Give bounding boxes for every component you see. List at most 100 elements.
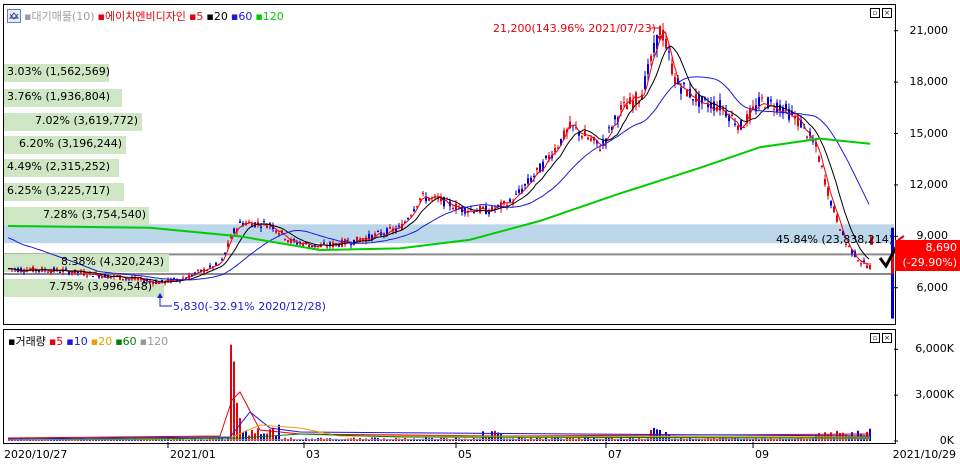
candle-body	[785, 103, 787, 109]
candle-body	[734, 123, 736, 125]
candle-body	[275, 230, 277, 233]
candle-body	[323, 242, 325, 244]
candle-body	[839, 229, 841, 231]
price-y-tick: 12,000	[909, 177, 949, 191]
volume-bar	[740, 439, 742, 441]
candle-body	[671, 63, 673, 75]
volume-bar	[275, 436, 277, 441]
candle-body	[182, 277, 184, 279]
candle-body	[779, 104, 781, 111]
candle-body	[620, 105, 622, 110]
candle-body	[623, 101, 625, 103]
candle-body	[266, 225, 268, 229]
x-axis-label: 03	[306, 448, 320, 461]
candle-body	[731, 114, 733, 117]
candle-body	[629, 97, 631, 104]
candle-body	[239, 221, 241, 223]
volume-bar	[623, 439, 625, 441]
candle-body	[59, 271, 61, 273]
candle-body	[761, 97, 763, 99]
candle-body	[608, 127, 610, 129]
candle-body	[413, 209, 415, 212]
candle-body	[263, 221, 265, 223]
volume-bar	[758, 439, 760, 441]
candle-body	[653, 42, 655, 53]
candle-body	[614, 115, 616, 120]
candle-body	[827, 187, 829, 196]
candle-body	[644, 76, 646, 90]
candle-body	[599, 149, 601, 151]
candle-body	[527, 178, 529, 184]
candle-body	[278, 233, 280, 235]
candle-body	[398, 225, 400, 227]
candle-body	[674, 77, 676, 84]
candle-body	[869, 264, 871, 270]
ma60-line	[7, 76, 870, 281]
candle-body	[737, 125, 739, 130]
candle-body	[581, 136, 583, 138]
x-axis-label: 2021/10/29	[892, 448, 956, 461]
candle-body	[824, 178, 826, 185]
volume-bar	[548, 439, 550, 441]
candle-body	[287, 240, 289, 242]
candle-body	[647, 64, 649, 74]
current-price-tag: 8,690	[895, 240, 960, 256]
candle-body	[770, 99, 772, 102]
vol-ma5-line	[7, 391, 871, 439]
candle-body	[407, 218, 409, 220]
ma20-line	[7, 45, 870, 283]
volume-bar	[272, 427, 274, 441]
candle-body	[830, 201, 832, 206]
candle-body	[233, 228, 235, 233]
candle-body	[209, 265, 211, 268]
candle-body	[602, 140, 604, 144]
candle-body	[740, 120, 742, 130]
candle-body	[368, 233, 370, 239]
candle-body	[197, 270, 199, 272]
candle-body	[650, 55, 652, 61]
candle-body	[752, 106, 754, 109]
x-axis-label: 05	[458, 448, 472, 461]
volume-profile-label: 7.28% (3,754,540)	[43, 208, 147, 221]
volume-profile-label: 3.76% (1,936,804)	[7, 90, 111, 103]
candle-body	[221, 259, 223, 261]
volume-bar	[782, 439, 784, 441]
volume-profile-label: 3.03% (1,562,569)	[7, 65, 111, 78]
volume-profile-label: 4.49% (2,315,252)	[7, 160, 111, 173]
candle-body	[86, 275, 88, 277]
candle-body	[71, 272, 73, 274]
volume-bar	[230, 344, 232, 441]
candle-body	[92, 276, 94, 278]
candle-body	[374, 233, 376, 236]
high-annotation: 21,200(143.96% 2021/07/23)	[493, 22, 656, 35]
volume-bar	[233, 361, 235, 441]
candle-body	[860, 263, 862, 265]
volume-bar	[563, 439, 565, 441]
candle-body	[773, 108, 775, 110]
candle-body	[377, 231, 379, 233]
x-axis-label: 2021/01	[170, 448, 216, 461]
candle-body	[419, 198, 421, 201]
candle-body	[818, 156, 820, 162]
candle-body	[515, 193, 517, 195]
candle-body	[326, 246, 328, 248]
candle-body	[836, 215, 838, 222]
x-axis-label: 07	[608, 448, 622, 461]
candle-body	[587, 137, 589, 140]
candle-body	[686, 89, 688, 97]
candle-body	[680, 87, 682, 94]
candle-body	[692, 99, 694, 101]
volume-profile-label: 7.75% (3,996,548)	[49, 280, 153, 293]
volume-bar	[278, 424, 280, 441]
volume-y-tick: 0K	[939, 434, 954, 447]
low-annotation: 5,830(-32.91% 2020/12/28)	[173, 300, 326, 313]
candle-body	[38, 270, 40, 272]
volume-profile-label: 6.25% (3,225,717)	[7, 184, 111, 197]
x-axis-label: 09	[755, 448, 769, 461]
candle-body	[536, 167, 538, 170]
candle-body	[509, 199, 511, 202]
candle-body	[296, 242, 298, 245]
price-y-tick: 18,000	[909, 75, 949, 89]
main-band-label: 45.84% (23,838,214)	[776, 233, 894, 246]
candle-body	[464, 207, 466, 214]
